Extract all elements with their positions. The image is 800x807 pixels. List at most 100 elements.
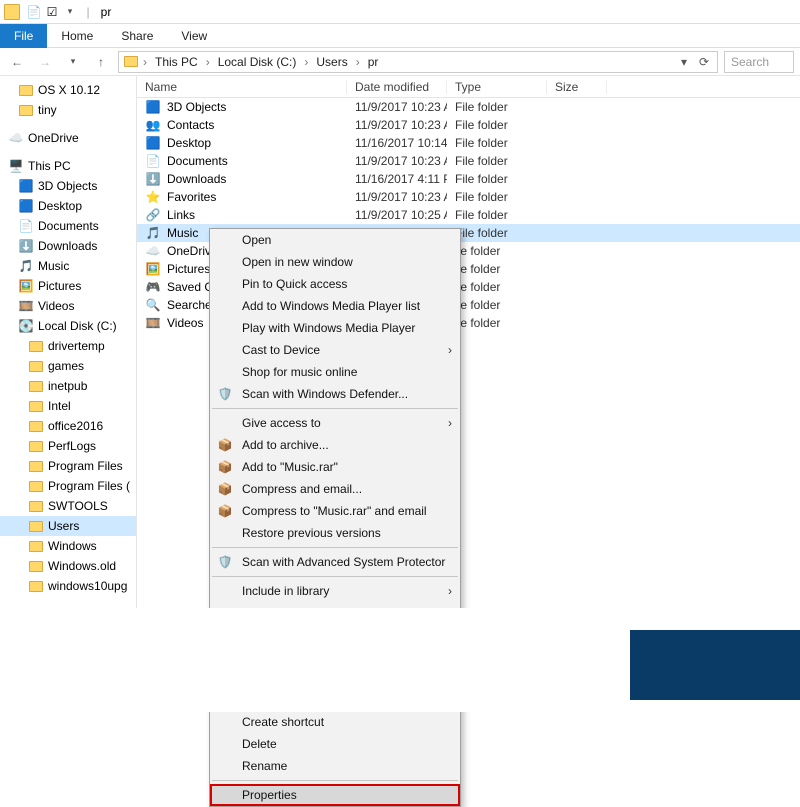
tree-item[interactable]: windows10upg (0, 576, 136, 596)
column-headers[interactable]: Name Date modified Type Size (137, 76, 800, 98)
tree-item[interactable]: inetpub (0, 376, 136, 396)
folder-icon (28, 378, 44, 394)
menu-item[interactable]: Rename (210, 755, 460, 777)
menu-item[interactable]: Shop for music online (210, 361, 460, 383)
tab-home[interactable]: Home (47, 25, 107, 47)
file-row[interactable]: 🔗Links11/9/2017 10:25 AMFile folder (137, 206, 800, 224)
file-row[interactable]: 👥Contacts11/9/2017 10:23 AMFile folder (137, 116, 800, 134)
menu-item[interactable]: 📦Add to archive... (210, 434, 460, 456)
address-bar[interactable]: › This PC › Local Disk (C:) › Users › pr… (118, 51, 718, 73)
tree-item[interactable]: 💽Local Disk (C:) (0, 316, 136, 336)
tree-item[interactable]: ☁️OneDrive (0, 128, 136, 148)
file-date: 11/9/2017 10:23 AM (347, 154, 447, 168)
tab-share[interactable]: Share (107, 25, 167, 47)
asp-icon: 🛡️ (216, 555, 234, 569)
menu-item[interactable]: Open in new window (210, 251, 460, 273)
rar-icon: 📦 (216, 438, 234, 452)
navigation-pane[interactable]: OS X 10.12tiny ☁️OneDrive 🖥️This PC🟦3D Obj… (0, 76, 137, 608)
tree-item[interactable]: 🟦3D Objects (0, 176, 136, 196)
file-type: File folder (447, 208, 547, 222)
menu-label: Create shortcut (242, 715, 324, 729)
file-row[interactable]: ⬇️Downloads11/16/2017 4:11 PMFile folder (137, 170, 800, 188)
tree-item[interactable]: SWTOOLS (0, 496, 136, 516)
tree-item[interactable]: Program Files (0, 456, 136, 476)
tree-item[interactable]: office2016 (0, 416, 136, 436)
col-date[interactable]: Date modified (347, 80, 447, 94)
addr-dropdown-icon[interactable]: ▾ (675, 55, 693, 69)
disk-icon: 💽 (18, 318, 34, 334)
qat-dropdown-icon[interactable]: ▾ (62, 4, 78, 20)
tree-item[interactable]: OS X 10.12 (0, 80, 136, 100)
file-type: File folder (447, 154, 547, 168)
menu-item[interactable]: Restore previous versions (210, 522, 460, 544)
tree-item[interactable]: tiny (0, 100, 136, 120)
up-button[interactable]: ↑ (90, 55, 112, 69)
refresh-icon[interactable]: ⟳ (695, 55, 713, 69)
tree-item[interactable]: 📄Documents (0, 216, 136, 236)
crumb-users[interactable]: Users (312, 55, 351, 69)
crumb-thispc[interactable]: This PC (151, 55, 202, 69)
menu-item[interactable]: Create shortcut (210, 711, 460, 733)
qat-pin-icon[interactable]: 📄 (26, 4, 42, 20)
menu-label: Scan with Windows Defender... (242, 387, 408, 401)
chevron-right-icon[interactable]: › (141, 55, 149, 69)
chevron-right-icon[interactable]: › (354, 55, 362, 69)
menu-item[interactable]: 🛡️Scan with Windows Defender... (210, 383, 460, 405)
folder-icon (18, 102, 34, 118)
menu-item[interactable]: 📦Add to "Music.rar" (210, 456, 460, 478)
forward-button[interactable]: → (34, 55, 56, 69)
chevron-right-icon[interactable]: › (204, 55, 212, 69)
menu-item[interactable]: Cast to Device› (210, 339, 460, 361)
tree-item[interactable]: Windows.old (0, 556, 136, 576)
menu-item[interactable]: Give access to› (210, 412, 460, 434)
quick-access-toolbar: 📄 ☑ ▾ | pr (4, 4, 114, 20)
tree-item[interactable]: Users (0, 516, 136, 536)
tree-item[interactable]: drivertemp (0, 336, 136, 356)
menu-item[interactable]: Play with Windows Media Player (210, 317, 460, 339)
tree-item[interactable]: games (0, 356, 136, 376)
tree-item[interactable]: Windows (0, 536, 136, 556)
tree-item[interactable]: 🎞️Videos (0, 296, 136, 316)
chevron-right-icon[interactable]: › (302, 55, 310, 69)
tree-label: Documents (38, 219, 99, 233)
tree-label: Intel (48, 399, 71, 413)
recent-dropdown[interactable]: ▾ (62, 56, 84, 67)
menu-item[interactable]: 🛡️Scan with Advanced System Protector (210, 551, 460, 573)
downloads-icon: ⬇️ (145, 171, 161, 187)
menu-item[interactable]: 📦Compress to "Music.rar" and email (210, 500, 460, 522)
back-button[interactable]: ← (6, 55, 28, 69)
tree-item[interactable]: Intel (0, 396, 136, 416)
col-size[interactable]: Size (547, 80, 607, 94)
col-name[interactable]: Name (137, 80, 347, 94)
menu-item[interactable]: Properties (210, 784, 460, 806)
file-row[interactable]: 🟦Desktop11/16/2017 10:14 ...File folder (137, 134, 800, 152)
tree-item[interactable]: ⬇️Downloads (0, 236, 136, 256)
menu-item[interactable]: 📦Compress and email... (210, 478, 460, 500)
crumb-disk[interactable]: Local Disk (C:) (214, 55, 301, 69)
menu-item[interactable]: Pin to Quick access (210, 273, 460, 295)
tree-item[interactable]: 🟦Desktop (0, 196, 136, 216)
rar-icon: 📦 (216, 460, 234, 474)
tree-item[interactable]: 🖥️This PC (0, 156, 136, 176)
file-row[interactable]: ⭐Favorites11/9/2017 10:23 AMFile folder (137, 188, 800, 206)
file-date: 11/9/2017 10:23 AM (347, 100, 447, 114)
file-row[interactable]: 📄Documents11/9/2017 10:23 AMFile folder (137, 152, 800, 170)
music-icon: 🎵 (18, 258, 34, 274)
folder-icon (28, 578, 44, 594)
3d-icon: 🟦 (18, 178, 34, 194)
menu-item[interactable]: Open (210, 229, 460, 251)
col-type[interactable]: Type (447, 80, 547, 94)
menu-item[interactable]: Include in library› (210, 580, 460, 602)
menu-item[interactable]: Delete (210, 733, 460, 755)
tree-item[interactable]: 🖼️Pictures (0, 276, 136, 296)
menu-item[interactable]: Add to Windows Media Player list (210, 295, 460, 317)
tab-file[interactable]: File (0, 24, 47, 48)
tree-item[interactable]: 🎵Music (0, 256, 136, 276)
tree-item[interactable]: PerfLogs (0, 436, 136, 456)
search-input[interactable]: Search (724, 51, 794, 73)
tab-view[interactable]: View (167, 25, 221, 47)
qat-checkbox-icon[interactable]: ☑ (44, 4, 60, 20)
file-row[interactable]: 🟦3D Objects11/9/2017 10:23 AMFile folder (137, 98, 800, 116)
tree-item[interactable]: Program Files ( (0, 476, 136, 496)
crumb-pr[interactable]: pr (364, 55, 383, 69)
